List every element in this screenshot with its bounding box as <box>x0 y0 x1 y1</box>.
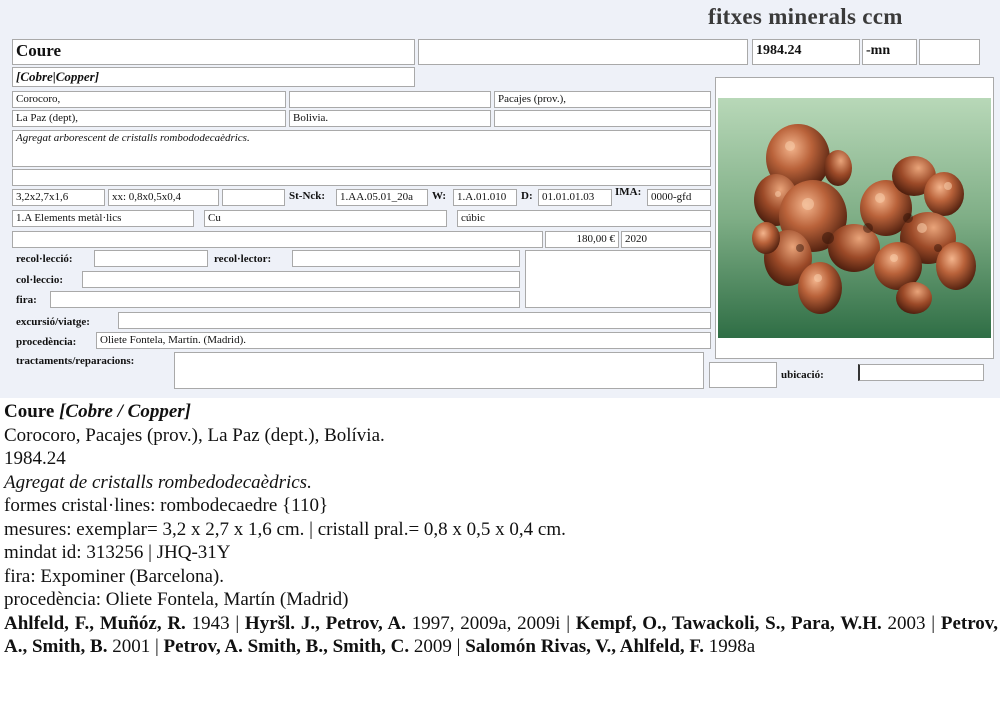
mineral-card-form: fitxes minerals ccm Coure 1984.24 -mn [C… <box>0 0 1000 398</box>
extra-name-field[interactable] <box>418 39 748 65</box>
summary-synonyms: [Cobre / Copper] <box>59 401 191 422</box>
country-field[interactable]: Bolivia. <box>289 110 491 127</box>
ref-years: 2001 | <box>107 636 164 657</box>
tractaments-label: tractaments/reparacions: <box>16 355 135 367</box>
catalog-number-field[interactable]: 1984.24 <box>752 39 860 65</box>
procedencia-label: procedència: <box>16 336 77 348</box>
colleccio-label: col·leccio: <box>16 274 64 286</box>
st-nck-label: St-Nck: <box>289 190 326 202</box>
ref-authors: Salomón Rivas, V., Ahlfeld, F. <box>465 636 705 657</box>
department-field[interactable]: La Paz (dept), <box>12 110 286 127</box>
fira-label: fira: <box>16 294 37 306</box>
size-extra-field[interactable] <box>222 189 285 206</box>
ref-authors: Petrov, A. Smith, B., Smith, C. <box>163 636 410 657</box>
specimen-size-field[interactable]: 3,2x2,7x1,6 <box>12 189 105 206</box>
country-extra-field[interactable] <box>494 110 711 127</box>
brand-title: fitxes minerals ccm <box>708 4 903 29</box>
ref-years: 1943 | <box>185 612 245 634</box>
summary-procedencia: procedència: Oliete Fontela, Martín (Mad… <box>4 589 349 610</box>
copper-specimen-photo <box>718 98 991 338</box>
summary-title: Coure [Cobre / Copper] <box>4 400 998 424</box>
notes-field[interactable] <box>12 231 543 248</box>
summary-fira: fira: Expominer (Barcelona). <box>4 565 224 587</box>
catalog-extra-field[interactable] <box>919 39 980 65</box>
ref-authors: Kempf, O., Tawackoli, S., Para, W.H. <box>575 612 882 634</box>
description-field[interactable]: Agregat arborescent de cristalls rombodo… <box>12 130 711 167</box>
w-label: W: <box>432 190 447 202</box>
tractaments-field[interactable] <box>174 352 704 389</box>
locality-sub-field[interactable] <box>289 91 491 108</box>
summary-number: 1984.24 <box>4 448 66 469</box>
recollector-label: recol·lector: <box>214 253 272 265</box>
ref-authors: Hyršl. J., Petrov, A. <box>244 612 406 634</box>
ref-years: 1998a <box>704 636 756 657</box>
specimen-summary: Coure [Cobre / Copper] Corocoro, Pacajes… <box>4 400 998 659</box>
ref-years: 2009 | <box>409 636 466 657</box>
ima-field[interactable]: 0000-gfd <box>647 189 711 206</box>
recollector-field[interactable] <box>292 250 520 267</box>
ubicacio-extra-field[interactable] <box>709 362 777 388</box>
ref-years: 1997, 2009a, 2009i | <box>405 612 576 634</box>
summary-references: Ahlfeld, F., Muñóz, R. 1943 | Hyršl. J.,… <box>4 612 998 659</box>
excursio-field[interactable] <box>118 312 711 329</box>
recolleccio-field[interactable] <box>94 250 208 267</box>
specimen-photo-frame <box>715 77 994 359</box>
summary-forms: formes cristal·lines: rombodecaedre {110… <box>4 495 329 516</box>
ubicacio-label: ubicació: <box>781 369 824 381</box>
formula-field[interactable]: Cu <box>204 210 447 227</box>
excursio-label: excursió/viatge: <box>16 316 90 328</box>
d-label: D: <box>521 190 533 202</box>
recolleccio-label: recol·lecció: <box>16 253 73 265</box>
colleccio-field[interactable] <box>82 271 520 288</box>
crystal-size-field[interactable]: xx: 0,8x0,5x0,4 <box>108 189 219 206</box>
name-field[interactable]: Coure <box>12 39 415 65</box>
summary-measures: mesures: exemplar= 3,2 x 2,7 x 1,6 cm. |… <box>4 518 566 540</box>
d-field[interactable]: 01.01.01.03 <box>538 189 612 206</box>
ref-authors: Ahlfeld, F., Muñóz, R. <box>4 612 186 634</box>
catalog-suffix-field[interactable]: -mn <box>862 39 917 65</box>
synonyms-field[interactable]: [Cobre|Copper] <box>12 67 415 87</box>
ubicacio-field[interactable] <box>858 364 984 381</box>
ima-label: IMA: <box>615 186 642 198</box>
year-field[interactable]: 2020 <box>621 231 711 248</box>
description-extra-field[interactable] <box>12 169 711 186</box>
price-field[interactable]: 180,00 € <box>545 231 619 248</box>
crystal-system-field[interactable]: cúbic <box>457 210 711 227</box>
summary-locality: Corocoro, Pacajes (prov.), La Paz (dept.… <box>4 424 385 446</box>
mineral-class-field[interactable]: 1.A Elements metàl·lics <box>12 210 194 227</box>
st-nck-field[interactable]: 1.AA.05.01_20a <box>336 189 428 206</box>
summary-mineral-name: Coure <box>4 401 55 422</box>
w-field[interactable]: 1.A.01.010 <box>453 189 517 206</box>
fira-field[interactable] <box>50 291 520 308</box>
summary-mindat: mindat id: 313256 | JHQ-31Y <box>4 542 231 563</box>
province-field[interactable]: Pacajes (prov.), <box>494 91 711 108</box>
locality-field[interactable]: Corocoro, <box>12 91 286 108</box>
acquisition-notes-field[interactable] <box>525 250 711 308</box>
procedencia-field[interactable]: Oliete Fontela, Martín. (Madrid). <box>96 332 711 349</box>
ref-years: 2003 | <box>881 612 941 634</box>
summary-description: Agregat de cristalls rombedodecaèdrics. <box>4 471 312 493</box>
